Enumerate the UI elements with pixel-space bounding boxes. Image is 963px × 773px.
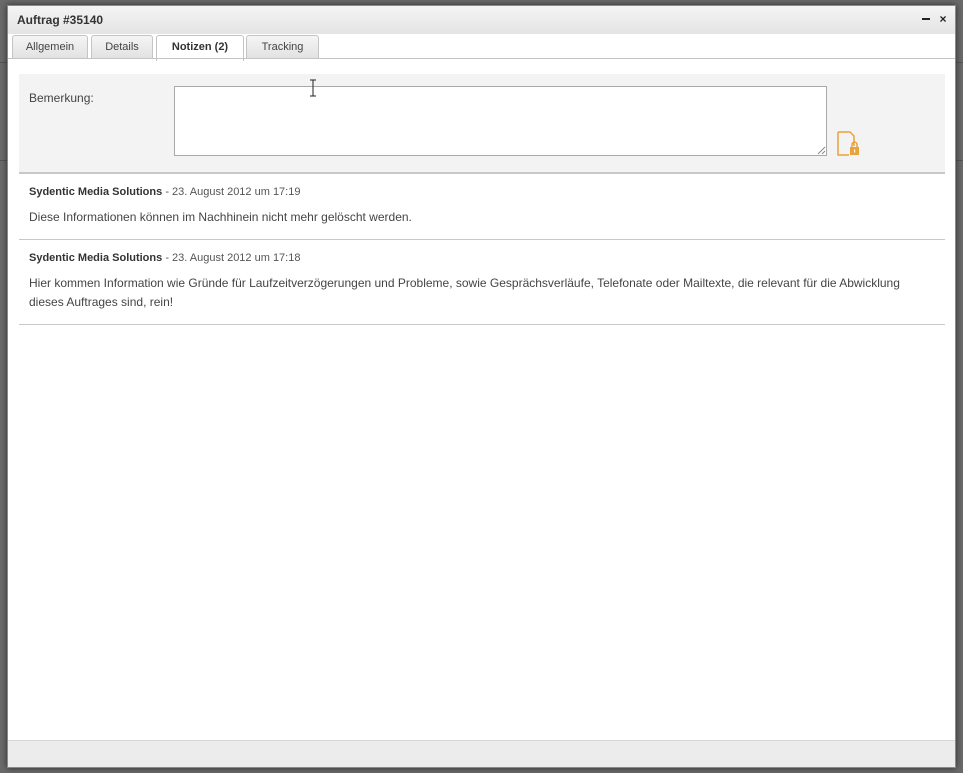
close-icon[interactable]: × bbox=[936, 12, 950, 26]
minimize-icon[interactable] bbox=[919, 12, 933, 26]
notes-list: Sydentic Media Solutions - 23. August 20… bbox=[19, 174, 945, 325]
note-author: Sydentic Media Solutions bbox=[29, 186, 163, 198]
note-item: Sydentic Media Solutions - 23. August 20… bbox=[19, 174, 945, 240]
resize-grip-icon[interactable] bbox=[817, 146, 826, 155]
dialog-footer bbox=[8, 740, 955, 767]
lock-icon[interactable] bbox=[837, 131, 861, 157]
order-dialog: Auftrag #35140 × Allgemein Details Notiz… bbox=[7, 5, 956, 768]
tab-details[interactable]: Details bbox=[91, 35, 153, 58]
note-text: Diese Informationen können im Nachhinein… bbox=[29, 210, 412, 224]
note-text: Hier kommen Information wie Gründe für L… bbox=[29, 276, 900, 309]
text-cursor-icon bbox=[310, 79, 316, 97]
note-date: - 23. August 2012 um 17:18 bbox=[165, 252, 301, 264]
note-author: Sydentic Media Solutions bbox=[29, 252, 163, 264]
note-item: Sydentic Media Solutions - 23. August 20… bbox=[19, 240, 945, 325]
remark-textarea[interactable] bbox=[174, 86, 827, 156]
remark-label: Bemerkung: bbox=[29, 91, 94, 105]
dialog-titlebar[interactable]: Auftrag #35140 × bbox=[8, 6, 955, 34]
note-date: - 23. August 2012 um 17:19 bbox=[165, 186, 301, 198]
dialog-title: Auftrag #35140 bbox=[17, 13, 104, 27]
tab-divider bbox=[8, 58, 955, 59]
tab-tracking[interactable]: Tracking bbox=[246, 35, 319, 58]
note-form: Bemerkung: bbox=[19, 74, 945, 174]
note-header: Sydentic Media Solutions - 23. August 20… bbox=[29, 186, 935, 198]
note-header: Sydentic Media Solutions - 23. August 20… bbox=[29, 252, 935, 264]
tab-allgemein[interactable]: Allgemein bbox=[12, 35, 88, 58]
